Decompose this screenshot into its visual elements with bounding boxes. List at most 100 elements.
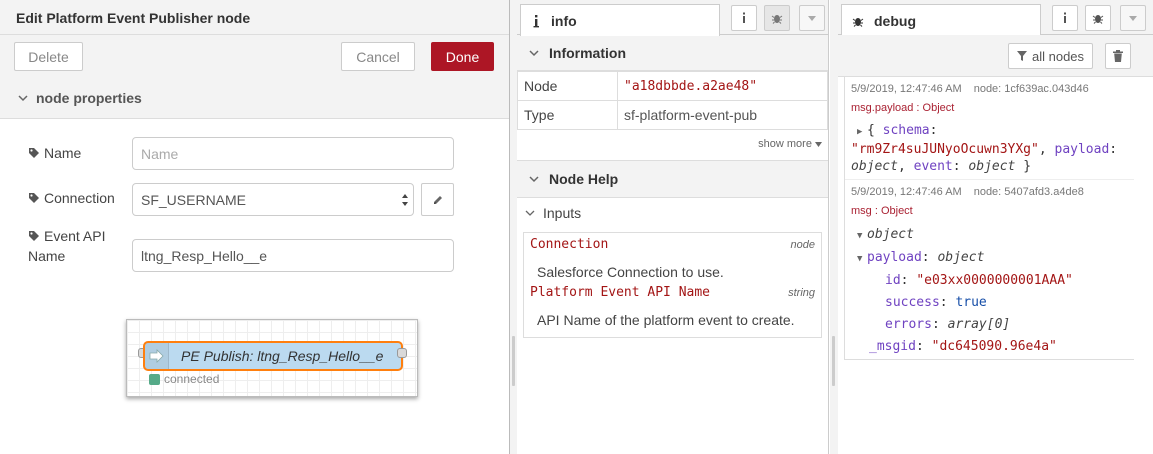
- caret-down-icon: [1129, 15, 1137, 21]
- sidebar-menu-button[interactable]: [1120, 5, 1146, 31]
- prop-type: node: [790, 239, 815, 251]
- msg-node[interactable]: node: 1cf639ac.043d46: [974, 83, 1089, 99]
- node-preview: PE Publish: ltng_Resp_Hello__e connected: [126, 319, 418, 397]
- show-more-link[interactable]: show more: [517, 130, 828, 160]
- debug-tabbar: debug: [838, 0, 1153, 36]
- debug-tab-button[interactable]: [1085, 5, 1111, 31]
- msg-body[interactable]: ▶{ schema: "rm9Zr4suJUNyoOcuwn3YXg", pay…: [851, 117, 1128, 175]
- bug-icon: [1092, 15, 1104, 24]
- done-button[interactable]: Done: [431, 42, 494, 71]
- connection-row: Connection: [28, 188, 132, 208]
- event-api-value: ltng_Resp_Hello__e: [141, 247, 268, 264]
- pencil-icon: [433, 195, 442, 204]
- msg-node[interactable]: node: 5407afd3.a4de8: [974, 186, 1084, 202]
- flow-node[interactable]: PE Publish: ltng_Resp_Hello__e: [143, 341, 403, 371]
- info-tab-button[interactable]: [731, 5, 757, 31]
- name-row: Name: [28, 143, 132, 163]
- tab-info[interactable]: info: [520, 4, 720, 36]
- expand-triangle-icon[interactable]: ▶: [857, 124, 867, 141]
- debug-message: 5/9/2019, 12:47:46 AM node: 1cf639ac.043…: [845, 77, 1134, 180]
- caret-down-icon: [808, 15, 816, 21]
- edit-connection-button[interactable]: [421, 183, 454, 216]
- prop-desc: API Name of the platform event to create…: [537, 312, 795, 328]
- prop-type: string: [788, 287, 815, 299]
- msg-topic: msg : Object: [851, 205, 913, 217]
- info-value: sf-platform-event-pub: [617, 100, 828, 130]
- inputs-list: Connection node Salesforce Connection to…: [523, 232, 822, 338]
- info-icon: [743, 12, 745, 23]
- debug-message: 5/9/2019, 12:47:46 AM node: 5407afd3.a4d…: [845, 180, 1134, 360]
- sidebar-menu-button[interactable]: [799, 5, 825, 31]
- section-label: node properties: [36, 89, 142, 106]
- debug-messages: 5/9/2019, 12:47:46 AM node: 1cf639ac.043…: [844, 77, 1134, 360]
- node-help-header[interactable]: Node Help: [517, 160, 828, 198]
- status-dot-icon: [149, 373, 160, 385]
- splitter[interactable]: [830, 0, 838, 454]
- inputs-heading[interactable]: Inputs: [517, 198, 828, 228]
- splitter-grip[interactable]: [832, 336, 835, 386]
- info-value[interactable]: "a18dbbde.a2ae48": [617, 71, 828, 101]
- msg-meta: 5/9/2019, 12:47:46 AM node: 1cf639ac.043…: [851, 83, 1128, 99]
- debug-pane: debug all nodes 5/9/2019, 12:47:46 AM no…: [838, 0, 1153, 454]
- trash-icon: [1113, 50, 1123, 62]
- tab-debug[interactable]: debug: [841, 4, 1041, 36]
- table-row: Type sf-platform-event-pub: [517, 100, 828, 130]
- splitter[interactable]: [510, 0, 517, 454]
- collapse-triangle-icon[interactable]: ▼: [857, 225, 867, 247]
- event-api-row: Event API Name: [28, 226, 132, 266]
- cancel-button[interactable]: Cancel: [341, 42, 415, 71]
- event-api-label: Event API Name: [28, 228, 106, 264]
- node-help: Inputs Connection node Salesforce Connec…: [517, 198, 828, 338]
- splitter-grip[interactable]: [512, 336, 515, 386]
- info-icon: [533, 14, 539, 27]
- collapse-triangle-icon[interactable]: ▼: [857, 248, 867, 270]
- node-properties-form: Name Name Connection SF_USERNAME Event A…: [8, 119, 501, 454]
- bug-icon: [852, 17, 864, 27]
- event-api-name-input[interactable]: ltng_Resp_Hello__e: [132, 239, 454, 272]
- prop-desc: Salesforce Connection to use.: [537, 264, 724, 280]
- node-status: connected: [149, 372, 219, 386]
- debug-tab-button[interactable]: [764, 5, 790, 31]
- msg-timestamp: 5/9/2019, 12:47:46 AM: [851, 186, 962, 198]
- tag-icon: [29, 231, 39, 241]
- info-tab-button[interactable]: [1052, 5, 1078, 31]
- publish-node-icon: [145, 343, 169, 369]
- filter-icon: [1017, 51, 1027, 61]
- name-input[interactable]: Name: [132, 137, 454, 170]
- select-arrows-icon: [402, 194, 408, 206]
- list-item: Connection node: [530, 237, 815, 259]
- tray-toolbar: Delete Cancel Done: [0, 35, 509, 77]
- delete-button[interactable]: Delete: [14, 42, 83, 71]
- table-row: Node "a18dbbde.a2ae48": [517, 71, 828, 101]
- prop-name: Platform Event API Name: [530, 285, 711, 300]
- msg-body[interactable]: ▼ object ▼ payload: object id: "e03xx00000…: [851, 220, 1128, 358]
- tag-icon: [29, 148, 39, 158]
- info-table: Node "a18dbbde.a2ae48" Type sf-platform-…: [517, 71, 828, 130]
- information-header[interactable]: Information: [517, 35, 828, 71]
- node-label: PE Publish: ltng_Resp_Hello__e: [181, 348, 384, 364]
- chevron-down-icon: [525, 210, 535, 216]
- connection-value: SF_USERNAME: [141, 191, 247, 208]
- list-item: Platform Event API Name string: [530, 285, 815, 307]
- info-icon: [1064, 12, 1066, 23]
- name-label: Name: [28, 143, 132, 163]
- connection-label: Connection: [28, 188, 132, 208]
- tag-icon: [29, 193, 39, 203]
- output-port: [397, 348, 407, 358]
- info-pane: info Information Node "a18dbbde.a2ae48" …: [517, 0, 829, 454]
- msg-meta: 5/9/2019, 12:47:46 AM node: 5407afd3.a4d…: [851, 186, 1128, 202]
- connection-select[interactable]: SF_USERNAME: [132, 183, 414, 216]
- chevron-down-icon: [18, 94, 28, 101]
- info-tabbar: info: [517, 0, 828, 36]
- clear-messages-button[interactable]: [1105, 43, 1131, 69]
- edit-tray: Edit Platform Event Publisher node Delet…: [0, 0, 510, 454]
- msg-timestamp: 5/9/2019, 12:47:46 AM: [851, 83, 962, 95]
- tray-title: Edit Platform Event Publisher node: [0, 0, 509, 35]
- name-placeholder: Name: [141, 145, 179, 162]
- node-properties-header[interactable]: node properties: [0, 77, 509, 119]
- filter-button[interactable]: all nodes: [1008, 43, 1094, 69]
- debug-toolbar: all nodes: [838, 35, 1153, 77]
- msg-topic: msg.payload : Object: [851, 102, 955, 114]
- prop-name: Connection: [530, 237, 609, 252]
- bug-icon: [771, 15, 783, 24]
